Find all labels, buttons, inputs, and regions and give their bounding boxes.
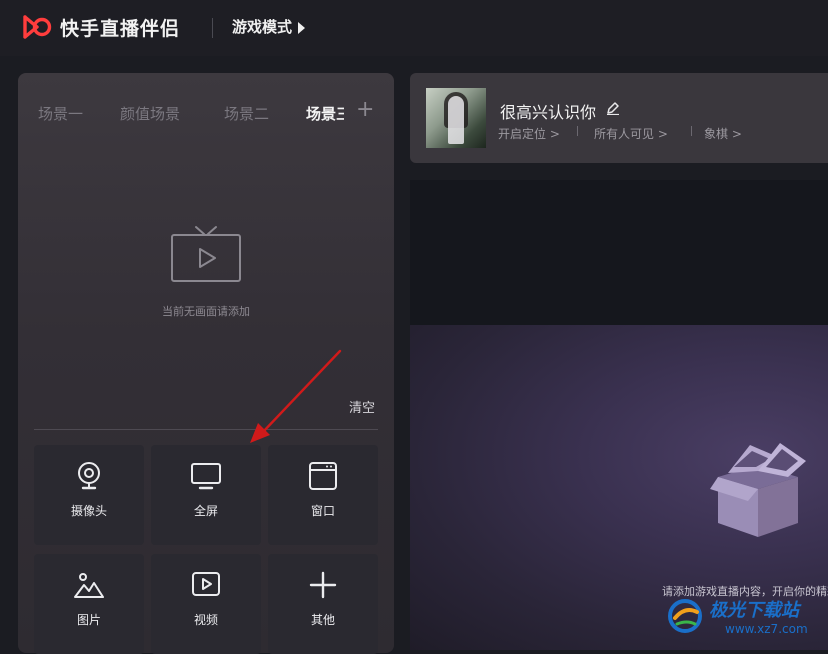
- tab-scene-beauty[interactable]: 颜值场景: [120, 103, 180, 124]
- visibility-link[interactable]: 所有人可见 >: [594, 125, 668, 142]
- camera-source-label: 摄像头: [70, 504, 107, 518]
- camera-source-button[interactable]: 摄像头: [34, 445, 144, 545]
- category-link[interactable]: 象棋 >: [704, 125, 742, 142]
- meta-divider: [577, 126, 578, 136]
- avatar[interactable]: [426, 88, 486, 148]
- watermark-url: www.xz7.com: [725, 622, 808, 636]
- watermark-text: 极光下载站: [709, 600, 799, 621]
- scene-panel: 场景一 颜值场景 场景二 场景三 + 当前无画面请添加 清空 摄像头 全屏 窗口…: [18, 73, 394, 654]
- video-icon: [192, 572, 220, 596]
- plus-icon: [309, 571, 337, 599]
- image-source-button[interactable]: 图片: [34, 554, 144, 654]
- app-title: 快手直播伴侣: [60, 18, 181, 40]
- window-icon: [309, 462, 337, 490]
- camera-icon: [78, 462, 100, 490]
- video-source-button[interactable]: 视频: [151, 554, 261, 654]
- location-link[interactable]: 开启定位 >: [498, 125, 560, 142]
- other-source-button[interactable]: 其他: [268, 554, 378, 654]
- nickname: 很高兴认识你: [500, 103, 597, 122]
- window-source-label: 窗口: [310, 504, 335, 518]
- watermark: 极光下载站 www.xz7.com: [655, 588, 828, 644]
- fullscreen-source-label: 全屏: [193, 504, 218, 518]
- meta-divider: [691, 126, 692, 136]
- watermark-logo-icon: [668, 599, 702, 633]
- image-icon: [74, 573, 104, 598]
- profile-card: 很高兴认识你 开启定位 > 所有人可见 > 象棋 >: [410, 73, 828, 163]
- other-source-label: 其他: [310, 613, 335, 627]
- window-source-button[interactable]: 窗口: [268, 445, 378, 545]
- kuaishou-logo-icon: [23, 15, 52, 39]
- tv-play-icon: [171, 226, 241, 282]
- add-scene-button[interactable]: +: [356, 97, 374, 122]
- title-divider: [212, 18, 213, 38]
- monitor-icon: [191, 463, 221, 490]
- video-source-label: 视频: [193, 613, 218, 627]
- fullscreen-source-button[interactable]: 全屏: [151, 445, 261, 545]
- game-mode-button[interactable]: 游戏模式: [232, 16, 306, 37]
- tab-scene-3[interactable]: 场景三: [306, 103, 344, 124]
- panel-divider: [34, 429, 378, 430]
- top-bar: 快手直播伴侣 游戏模式: [0, 0, 828, 56]
- edit-icon[interactable]: [606, 101, 620, 115]
- empty-scene-text: 当前无画面请添加: [162, 305, 250, 318]
- empty-box-icon: [710, 443, 806, 537]
- avatar-figure: [448, 96, 464, 144]
- clear-button[interactable]: 清空: [349, 397, 375, 416]
- image-source-label: 图片: [76, 613, 101, 627]
- game-mode-label: 游戏模式: [232, 18, 293, 36]
- tab-scene-1[interactable]: 场景一: [38, 103, 83, 124]
- tab-scene-2[interactable]: 场景二: [224, 103, 269, 124]
- play-arrow-icon: [298, 21, 306, 34]
- live-preview: 请添加游戏直播内容，开启你的精彩直播: [410, 180, 828, 650]
